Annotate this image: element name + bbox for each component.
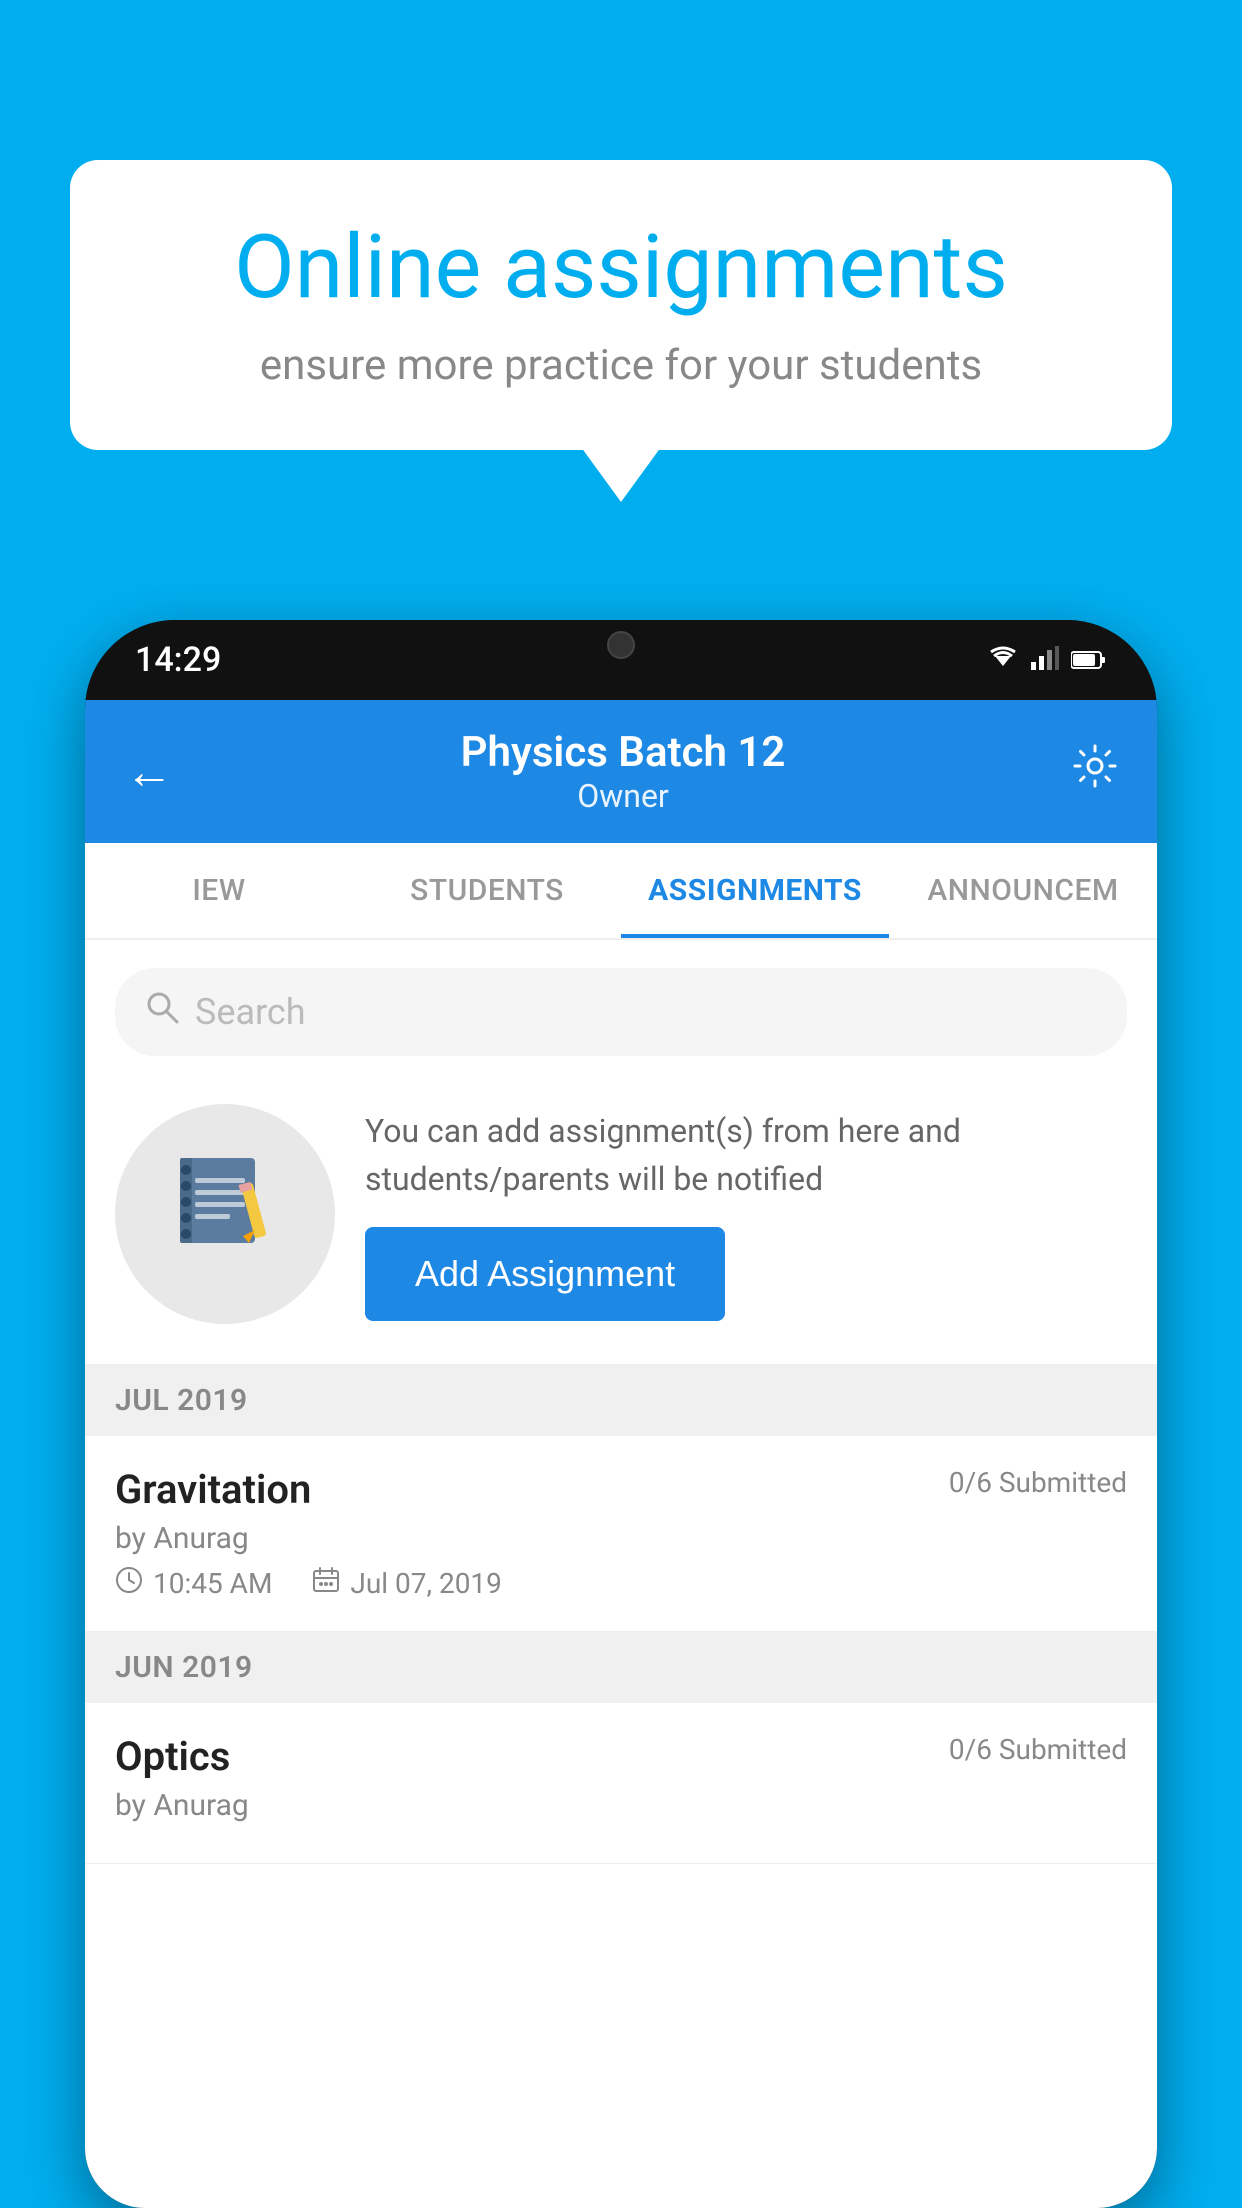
wifi-icon bbox=[987, 644, 1019, 677]
promo-description: You can add assignment(s) from here and … bbox=[365, 1107, 1127, 1203]
assignment-submitted: 0/6 Submitted bbox=[949, 1466, 1127, 1499]
assignment-author-optics: by Anurag bbox=[115, 1788, 1127, 1823]
phone-frame: 14:29 bbox=[85, 620, 1157, 2208]
assignment-date: Jul 07, 2019 bbox=[312, 1566, 502, 1601]
promo-text-block: You can add assignment(s) from here and … bbox=[365, 1107, 1127, 1321]
add-assignment-promo: You can add assignment(s) from here and … bbox=[85, 1084, 1157, 1365]
calendar-icon bbox=[312, 1566, 340, 1601]
search-input[interactable]: Search bbox=[195, 991, 306, 1033]
add-assignment-button[interactable]: Add Assignment bbox=[365, 1227, 725, 1321]
speech-bubble-title: Online assignments bbox=[140, 220, 1102, 317]
tab-iew[interactable]: IEW bbox=[85, 843, 353, 938]
assignment-row: Gravitation 0/6 Submitted bbox=[115, 1466, 1127, 1513]
assignment-author: by Anurag bbox=[115, 1521, 1127, 1556]
header-subtitle: Owner bbox=[461, 777, 786, 815]
status-time: 14:29 bbox=[135, 640, 221, 680]
status-icons bbox=[987, 644, 1107, 677]
assignment-title: Gravitation bbox=[115, 1466, 311, 1513]
notebook-icon bbox=[175, 1148, 275, 1280]
header-title: Physics Batch 12 bbox=[461, 728, 786, 777]
tab-students[interactable]: STUDENTS bbox=[353, 843, 621, 938]
battery-icon bbox=[1071, 644, 1107, 677]
section-header-jul: JUL 2019 bbox=[85, 1365, 1157, 1436]
section-header-jun: JUN 2019 bbox=[85, 1632, 1157, 1703]
search-bar[interactable]: Search bbox=[115, 968, 1127, 1056]
app-header: ← Physics Batch 12 Owner bbox=[85, 700, 1157, 843]
signal-icon bbox=[1031, 644, 1059, 677]
speech-bubble-subtitle: ensure more practice for your students bbox=[140, 341, 1102, 390]
speech-bubble-section: Online assignments ensure more practice … bbox=[70, 160, 1172, 450]
notch bbox=[551, 620, 691, 670]
assignment-submitted-optics: 0/6 Submitted bbox=[949, 1733, 1127, 1766]
tab-assignments[interactable]: ASSIGNMENTS bbox=[621, 843, 889, 938]
camera bbox=[607, 631, 635, 659]
assignment-meta: 10:45 AM Jul 07, 20 bbox=[115, 1566, 1127, 1601]
status-bar: 14:29 bbox=[85, 620, 1157, 700]
settings-button[interactable] bbox=[1073, 744, 1117, 799]
back-button[interactable]: ← bbox=[125, 743, 173, 800]
speech-bubble: Online assignments ensure more practice … bbox=[70, 160, 1172, 450]
assignment-item-optics[interactable]: Optics 0/6 Submitted by Anurag bbox=[85, 1703, 1157, 1864]
clock-icon bbox=[115, 1566, 143, 1601]
promo-icon-circle bbox=[115, 1104, 335, 1324]
tab-announcements[interactable]: ANNOUNCEM bbox=[889, 843, 1157, 938]
assignment-item-gravitation[interactable]: Gravitation 0/6 Submitted by Anurag 10:4… bbox=[85, 1436, 1157, 1632]
header-title-block: Physics Batch 12 Owner bbox=[461, 728, 786, 815]
search-icon bbox=[145, 990, 179, 1034]
assignment-time: 10:45 AM bbox=[115, 1566, 272, 1601]
assignment-row-optics: Optics 0/6 Submitted bbox=[115, 1733, 1127, 1780]
tab-bar: IEW STUDENTS ASSIGNMENTS ANNOUNCEM bbox=[85, 843, 1157, 940]
screen-content: Search bbox=[85, 940, 1157, 2208]
time-value: 10:45 AM bbox=[153, 1567, 272, 1600]
date-value: Jul 07, 2019 bbox=[350, 1567, 502, 1600]
assignment-title-optics: Optics bbox=[115, 1733, 230, 1780]
